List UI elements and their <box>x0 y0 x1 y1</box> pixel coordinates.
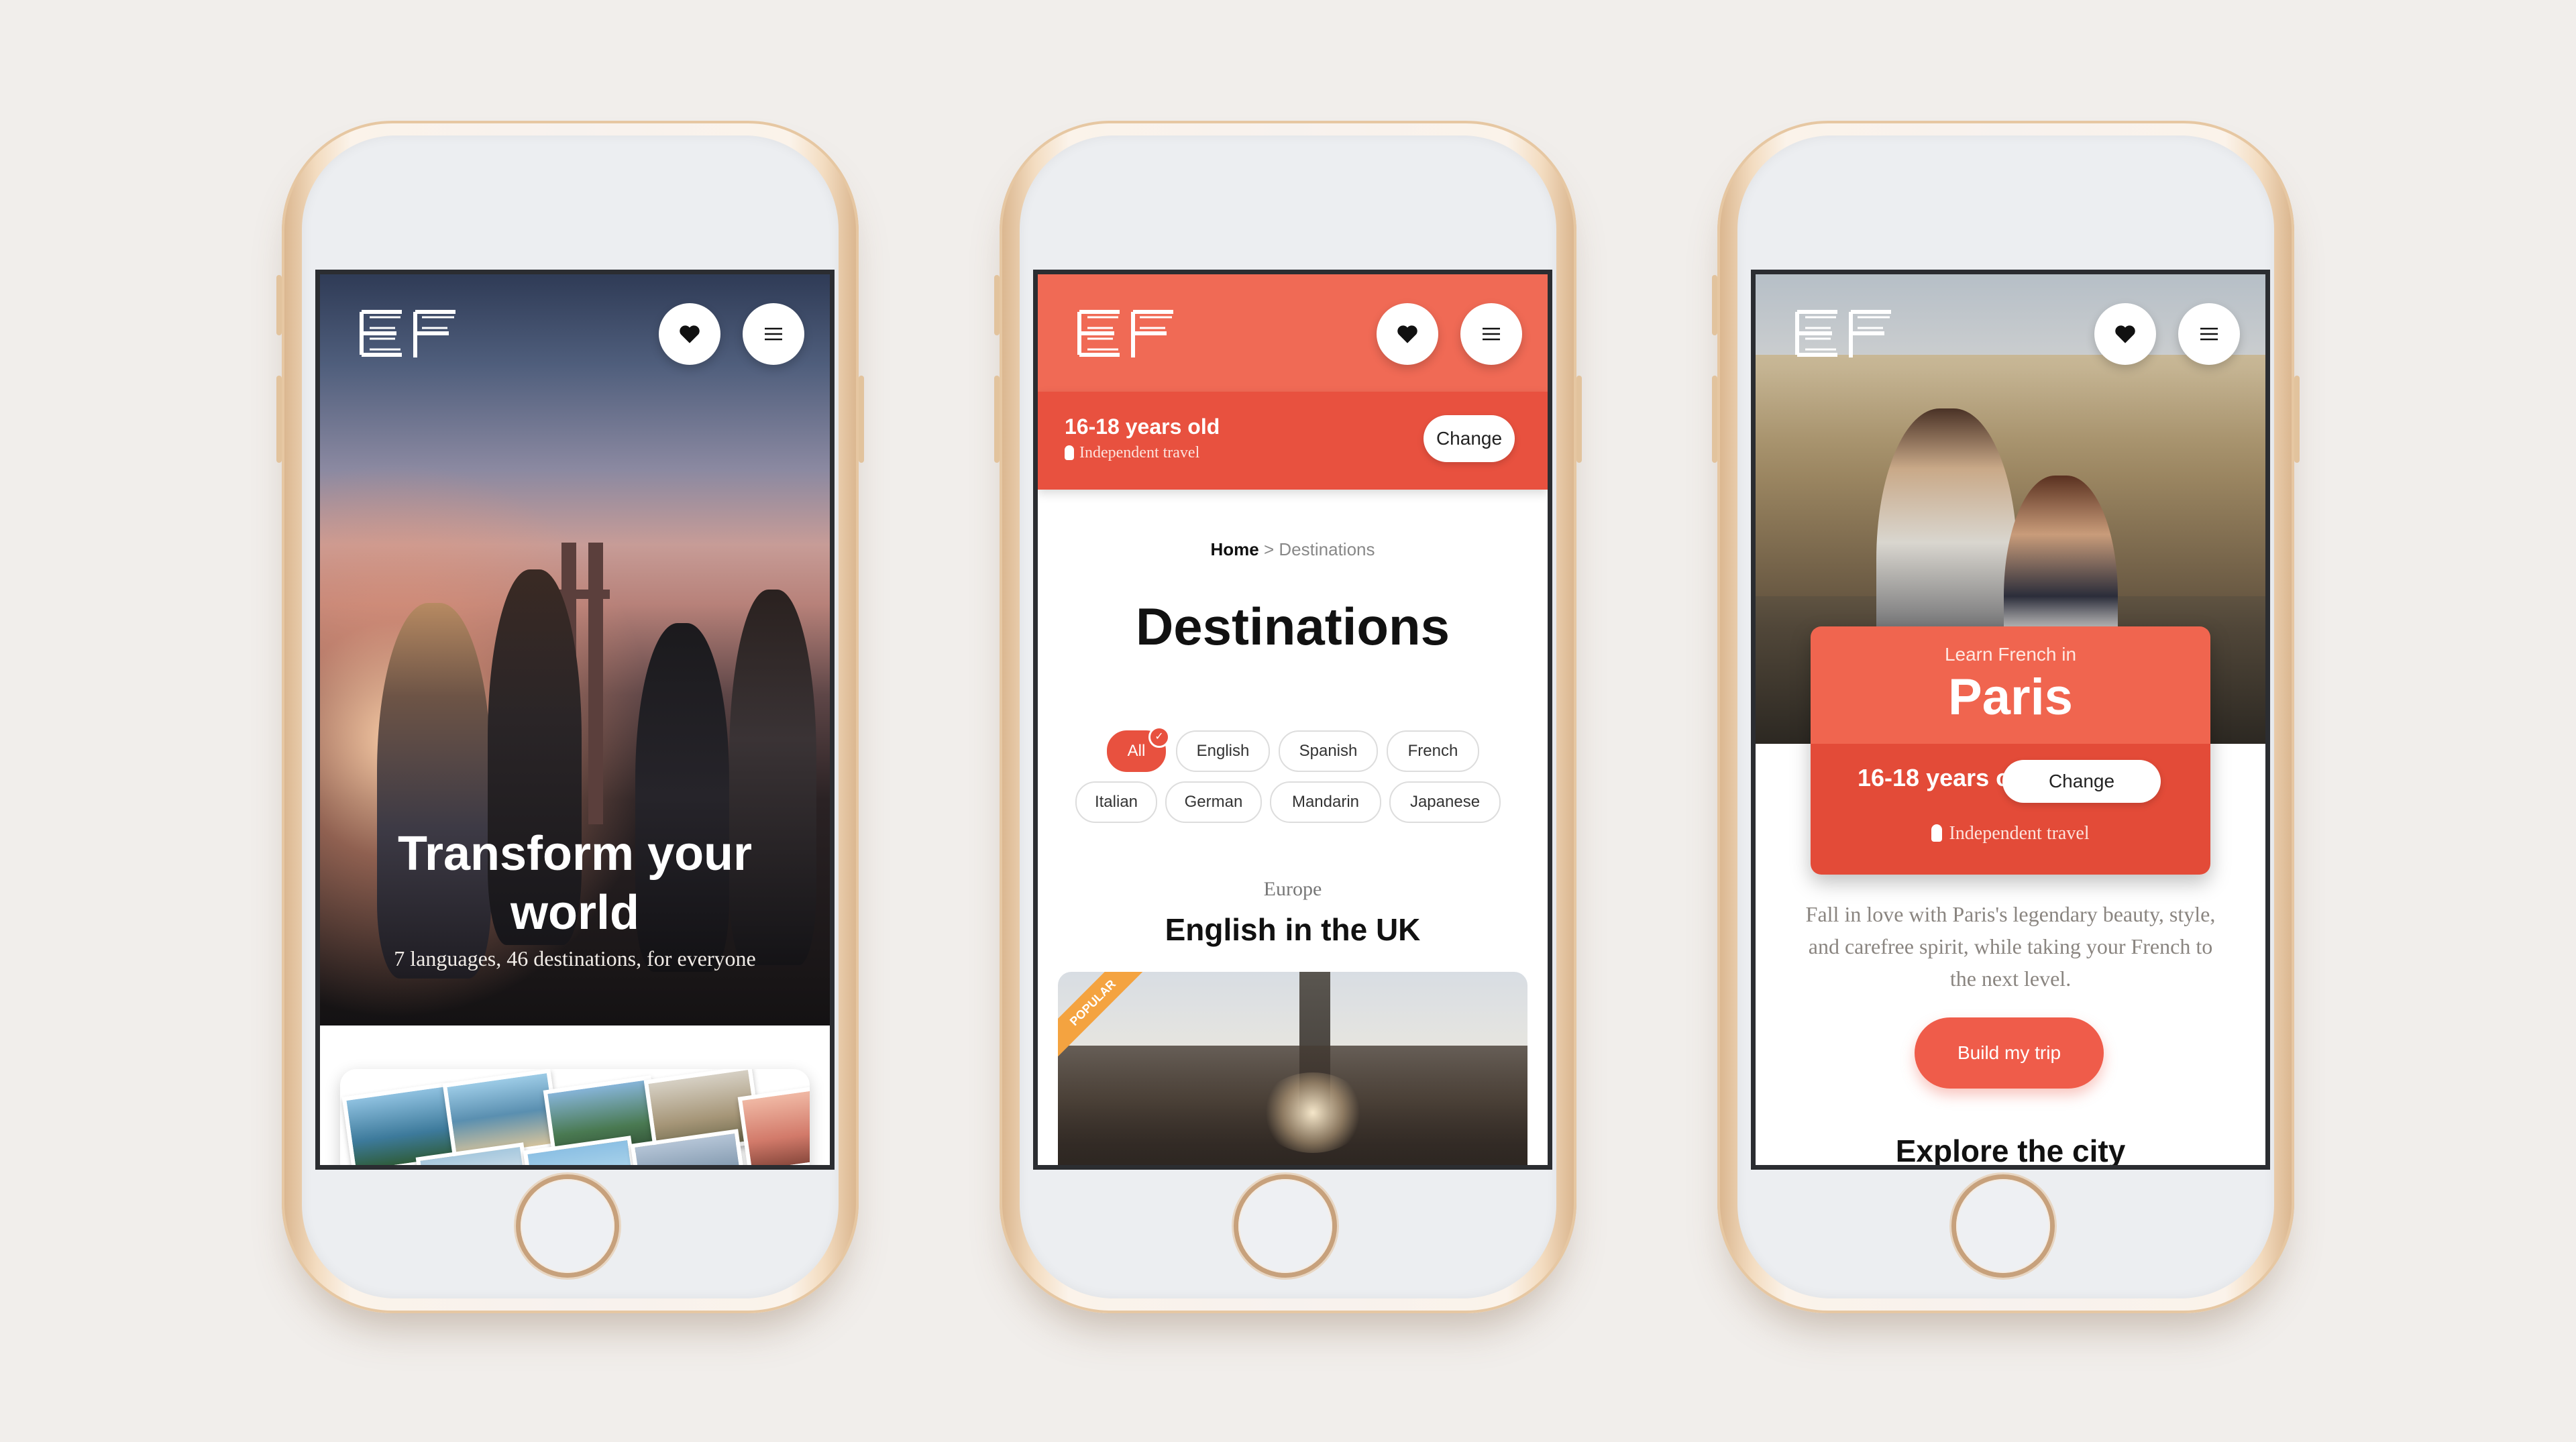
destination-header: Learn French in Paris <box>1811 626 2210 744</box>
age-selector-bar: 16-18 years old Independent travel Chang… <box>1038 392 1548 490</box>
heart-icon <box>680 325 700 343</box>
age-group-label: 16-18 years old <box>1065 414 1220 439</box>
filter-chip-german[interactable]: German <box>1165 781 1262 823</box>
filter-chip-label: All <box>1127 742 1146 760</box>
breadcrumb-home[interactable]: Home <box>1211 539 1259 559</box>
favorites-button[interactable] <box>659 303 720 365</box>
person-icon <box>1065 445 1074 460</box>
ef-logo <box>360 310 455 357</box>
destination-description: Fall in love with Paris's legendary beau… <box>1805 902 2216 991</box>
ef-logo <box>1077 310 1173 357</box>
hero-subtitle: 7 languages, 46 destinations, for everyo… <box>394 946 756 970</box>
breadcrumb-separator: > <box>1263 539 1275 559</box>
filter-chip-italian[interactable]: Italian <box>1075 781 1157 823</box>
bridge-tower <box>588 543 603 824</box>
travel-type: Independent travel <box>1065 444 1199 462</box>
change-button[interactable]: Change <box>2002 760 2161 803</box>
destination-card[interactable]: POPULAR <box>1058 972 1527 1165</box>
build-trip-button[interactable]: Build my trip <box>1915 1017 2104 1089</box>
home-button[interactable] <box>1238 1179 1332 1273</box>
menu-button[interactable] <box>1460 303 1522 365</box>
gallery-photo <box>737 1082 810 1165</box>
breadcrumb-current: Destinations <box>1279 539 1375 559</box>
section-title: Explore the city <box>1895 1133 2126 1168</box>
region-label: Europe <box>1263 878 1322 900</box>
destination-title[interactable]: English in the UK <box>1038 911 1548 948</box>
phone-mockup-paris: Learn French in Paris 16-18 years old Ch… <box>1712 121 2300 1313</box>
screen-home: Transform your world 7 languages, 46 des… <box>315 270 835 1170</box>
phone-side-button <box>1712 275 1717 335</box>
filter-chip-mandarin[interactable]: Mandarin <box>1270 781 1381 823</box>
person-icon <box>1931 824 1943 842</box>
phone-mockup-destinations: 16-18 years old Independent travel Chang… <box>994 121 1582 1313</box>
menu-button[interactable] <box>743 303 804 365</box>
heart-icon <box>2115 325 2135 343</box>
destination-card: Learn French in Paris 16-18 years old Ch… <box>1811 626 2210 875</box>
phone-side-button <box>276 376 282 463</box>
filter-chip-english[interactable]: English <box>1176 730 1270 772</box>
destination-gallery[interactable] <box>340 1069 810 1165</box>
home-button[interactable] <box>521 1179 614 1273</box>
travel-type-label: Independent travel <box>1079 444 1200 461</box>
travel-type-label: Independent travel <box>1949 823 2090 844</box>
filter-chip-french[interactable]: French <box>1387 730 1479 772</box>
page-title: Destinations <box>1135 597 1450 656</box>
travel-type: Independent travel <box>1811 823 2210 844</box>
menu-icon <box>2200 327 2218 341</box>
phone-side-button <box>1712 376 1717 463</box>
change-button[interactable]: Change <box>1424 415 1515 462</box>
phone-side-button <box>2294 376 2300 463</box>
phone-side-button <box>994 376 1000 463</box>
phone-side-button <box>276 275 282 335</box>
screen-paris: Learn French in Paris 16-18 years old Ch… <box>1751 270 2270 1170</box>
menu-button[interactable] <box>2178 303 2240 365</box>
favorites-button[interactable] <box>2094 303 2156 365</box>
home-button[interactable] <box>1956 1179 2050 1273</box>
hero-title: Transform your world <box>397 827 753 940</box>
breadcrumb: Home > Destinations <box>1038 539 1548 560</box>
phone-side-button <box>1576 376 1582 463</box>
filter-chip-spanish[interactable]: Spanish <box>1279 730 1378 772</box>
bridge-tower <box>555 590 610 599</box>
favorites-button[interactable] <box>1377 303 1438 365</box>
checkmark-icon: ✓ <box>1148 726 1170 748</box>
city-name: Paris <box>1948 669 2073 726</box>
phone-side-button <box>859 376 864 463</box>
filter-chip-all[interactable]: All ✓ <box>1107 726 1170 772</box>
menu-icon <box>765 327 782 341</box>
ef-logo <box>1795 310 1891 357</box>
menu-icon <box>1483 327 1500 341</box>
screen-destinations: 16-18 years old Independent travel Chang… <box>1033 270 1552 1170</box>
phone-side-button <box>994 275 1000 335</box>
heart-icon <box>1397 325 1417 343</box>
learn-label: Learn French in <box>1944 644 2077 665</box>
age-selector-bar: 16-18 years old Change Independent trave… <box>1811 744 2210 875</box>
phone-mockup-home: Transform your world 7 languages, 46 des… <box>276 121 864 1313</box>
filter-chip-japanese[interactable]: Japanese <box>1389 781 1501 823</box>
sun-glow <box>1259 1072 1366 1153</box>
